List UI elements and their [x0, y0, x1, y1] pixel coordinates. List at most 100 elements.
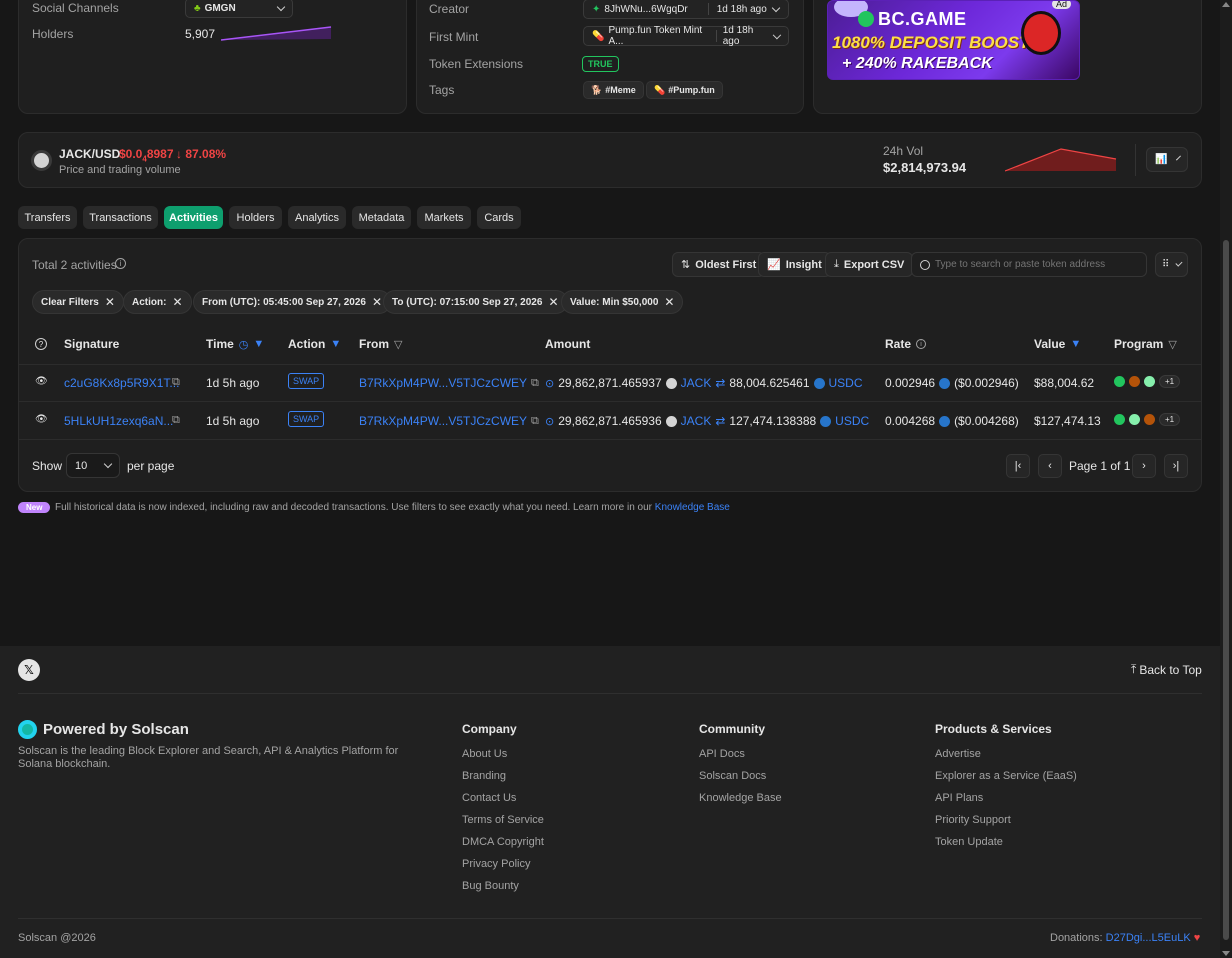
amount-cell: ⊙ 29,862,871.465936 JACK ⇄ 127,474.13838… [545, 414, 870, 428]
to-filter-chip[interactable]: To (UTC): 07:15:00 Sep 27, 2026 ✕ [383, 290, 568, 314]
program-cell[interactable]: +1 [1114, 413, 1181, 426]
first-mint-dropdown[interactable]: 💊 Pump.fun Token Mint A... 1d 18h ago [583, 25, 789, 47]
footer-link-api-plans[interactable]: API Plans [935, 792, 983, 804]
signature-link[interactable]: 5HLkUH1zexq6aN... [64, 414, 173, 428]
program-cell[interactable]: +1 [1114, 375, 1181, 388]
chart-type-dropdown[interactable]: 📊 [1146, 147, 1188, 172]
tab-analytics[interactable]: Analytics [288, 206, 346, 229]
copy-icon[interactable]: ⧉ [531, 415, 539, 428]
filter-icon[interactable]: ▼ [330, 338, 341, 350]
tab-metadata[interactable]: Metadata [352, 206, 411, 229]
download-icon: ⤓ [834, 258, 839, 270]
footer-link-advertise[interactable]: Advertise [935, 748, 981, 760]
scroll-down-icon[interactable] [1222, 951, 1230, 956]
footer-link-api-docs[interactable]: API Docs [699, 748, 745, 760]
tab-holders[interactable]: Holders [229, 206, 282, 229]
footer-link-eaas[interactable]: Explorer as a Service (EaaS) [935, 770, 1077, 782]
tab-transactions[interactable]: Transactions [83, 206, 158, 229]
knowledge-base-link[interactable]: Knowledge Base [655, 502, 730, 513]
copy-icon[interactable]: ⧉ [172, 414, 180, 427]
emoji-icon: 🐕 [591, 84, 603, 95]
signature-link[interactable]: c2uG8Kx8p5R9X1T... [64, 376, 179, 390]
filter-icon[interactable]: ▼ [1070, 338, 1081, 350]
company-title: Company [462, 722, 517, 736]
footer-description: Solscan is the leading Block Explorer an… [18, 745, 399, 770]
products-title: Products & Services [935, 722, 1052, 736]
footer-link-knowledge-base[interactable]: Knowledge Base [699, 792, 782, 804]
eye-icon[interactable]: 👁 [35, 414, 48, 425]
from-filter-chip[interactable]: From (UTC): 05:45:00 Sep 27, 2026 ✕ [193, 290, 392, 314]
footer-link-solscan-docs[interactable]: Solscan Docs [699, 770, 766, 782]
tag-meme[interactable]: 🐕 #Meme [583, 81, 644, 99]
col-program: Program ▽ [1114, 337, 1177, 351]
creator-label: Creator [429, 2, 470, 16]
footer-link-about[interactable]: About Us [462, 748, 507, 760]
tab-transfers[interactable]: Transfers [18, 206, 77, 229]
first-page-button[interactable]: |‹ [1006, 454, 1030, 478]
tab-markets[interactable]: Markets [417, 206, 471, 229]
ad-banner[interactable]: BC.GAME 1080% DEPOSIT BOOST + 240% RAKEB… [827, 0, 1080, 80]
jack-token-icon [665, 415, 677, 427]
eye-icon[interactable]: 👁 [35, 376, 48, 387]
filter-icon[interactable]: ▽ [394, 338, 402, 351]
clear-filters-chip[interactable]: Clear Filters ✕ [32, 290, 124, 314]
tab-activities[interactable]: Activities [164, 206, 223, 229]
help-icon[interactable]: ? [35, 338, 47, 350]
clock-icon[interactable]: ◷ [239, 338, 249, 351]
footer-link-priority-support[interactable]: Priority Support [935, 814, 1011, 826]
footer-link-contact[interactable]: Contact Us [462, 792, 516, 804]
action-filter-chip[interactable]: Action: ✕ [123, 290, 192, 314]
chevron-down-icon [1176, 155, 1182, 161]
footer-link-branding[interactable]: Branding [462, 770, 506, 782]
copy-icon[interactable]: ⧉ [531, 377, 539, 390]
export-csv-button[interactable]: ⤓ Export CSV [825, 252, 914, 277]
search-input[interactable] [935, 259, 1135, 270]
insight-button[interactable]: 📈 Insight [758, 252, 831, 277]
close-icon[interactable]: ✕ [172, 295, 182, 309]
filter-icon[interactable]: ▽ [1168, 338, 1176, 351]
prev-page-button[interactable]: ‹ [1038, 454, 1062, 478]
footer-link-bug-bounty[interactable]: Bug Bounty [462, 880, 519, 892]
copy-icon[interactable]: ⧉ [172, 376, 180, 389]
footer-link-privacy[interactable]: Privacy Policy [462, 858, 530, 870]
value-filter-chip[interactable]: Value: Min $50,000 ✕ [561, 290, 684, 314]
price-subtitle: Price and trading volume [59, 164, 181, 176]
per-page-select[interactable]: 10 [66, 453, 120, 478]
close-icon[interactable]: ✕ [105, 295, 115, 309]
page-scrollbar[interactable] [1220, 0, 1232, 958]
filter-icon[interactable]: ▼ [253, 338, 264, 350]
close-icon[interactable]: ✕ [664, 295, 674, 309]
scroll-up-icon[interactable] [1222, 2, 1230, 7]
footer-link-dmca[interactable]: DMCA Copyright [462, 836, 544, 848]
columns-dropdown[interactable]: ⠿ [1155, 252, 1188, 277]
donations-address-link[interactable]: D27Dgi...L5EuLK [1106, 932, 1191, 944]
chevron-down-icon [103, 459, 113, 469]
tab-cards[interactable]: Cards [477, 206, 521, 229]
tag-pumpfun[interactable]: 💊 #Pump.fun [646, 81, 723, 99]
next-page-button[interactable]: › [1132, 454, 1156, 478]
creator-dropdown[interactable]: ✦ 8JhWNu...6WgqDr 1d 18h ago [583, 0, 789, 19]
pill-icon: 💊 [654, 84, 666, 95]
scroll-thumb[interactable] [1223, 240, 1229, 940]
from-link[interactable]: B7RkXpM4PW...V5TJCzCWEY ⧉ [359, 376, 539, 390]
powered-by: Powered by Solscan [43, 721, 189, 738]
search-box[interactable] [911, 252, 1147, 277]
jack-token-icon [31, 150, 52, 171]
rate-cell: 0.004268 ($0.004268) [885, 414, 1019, 428]
tags-label: Tags [429, 83, 455, 97]
footer-link-token-update[interactable]: Token Update [935, 836, 1003, 848]
close-icon[interactable]: ✕ [548, 295, 558, 309]
last-page-button[interactable]: ›| [1164, 454, 1188, 478]
from-link[interactable]: B7RkXpM4PW...V5TJCzCWEY ⧉ [359, 414, 539, 428]
per-page-label: per page [127, 459, 175, 473]
pill-icon [1129, 414, 1140, 425]
x-twitter-icon[interactable]: 𝕏 [18, 659, 40, 681]
close-icon[interactable]: ✕ [372, 295, 382, 309]
footer-link-terms[interactable]: Terms of Service [462, 814, 544, 826]
action-badge: SWAP [288, 373, 325, 389]
oldest-first-button[interactable]: ⇅ Oldest First [672, 252, 766, 277]
back-to-top-link[interactable]: ⤒ Back to Top [1131, 662, 1202, 677]
usdc-token-icon [820, 415, 832, 427]
social-channels-dropdown[interactable]: ♣ GMGN [185, 0, 293, 18]
holders-sparkline [221, 26, 332, 41]
